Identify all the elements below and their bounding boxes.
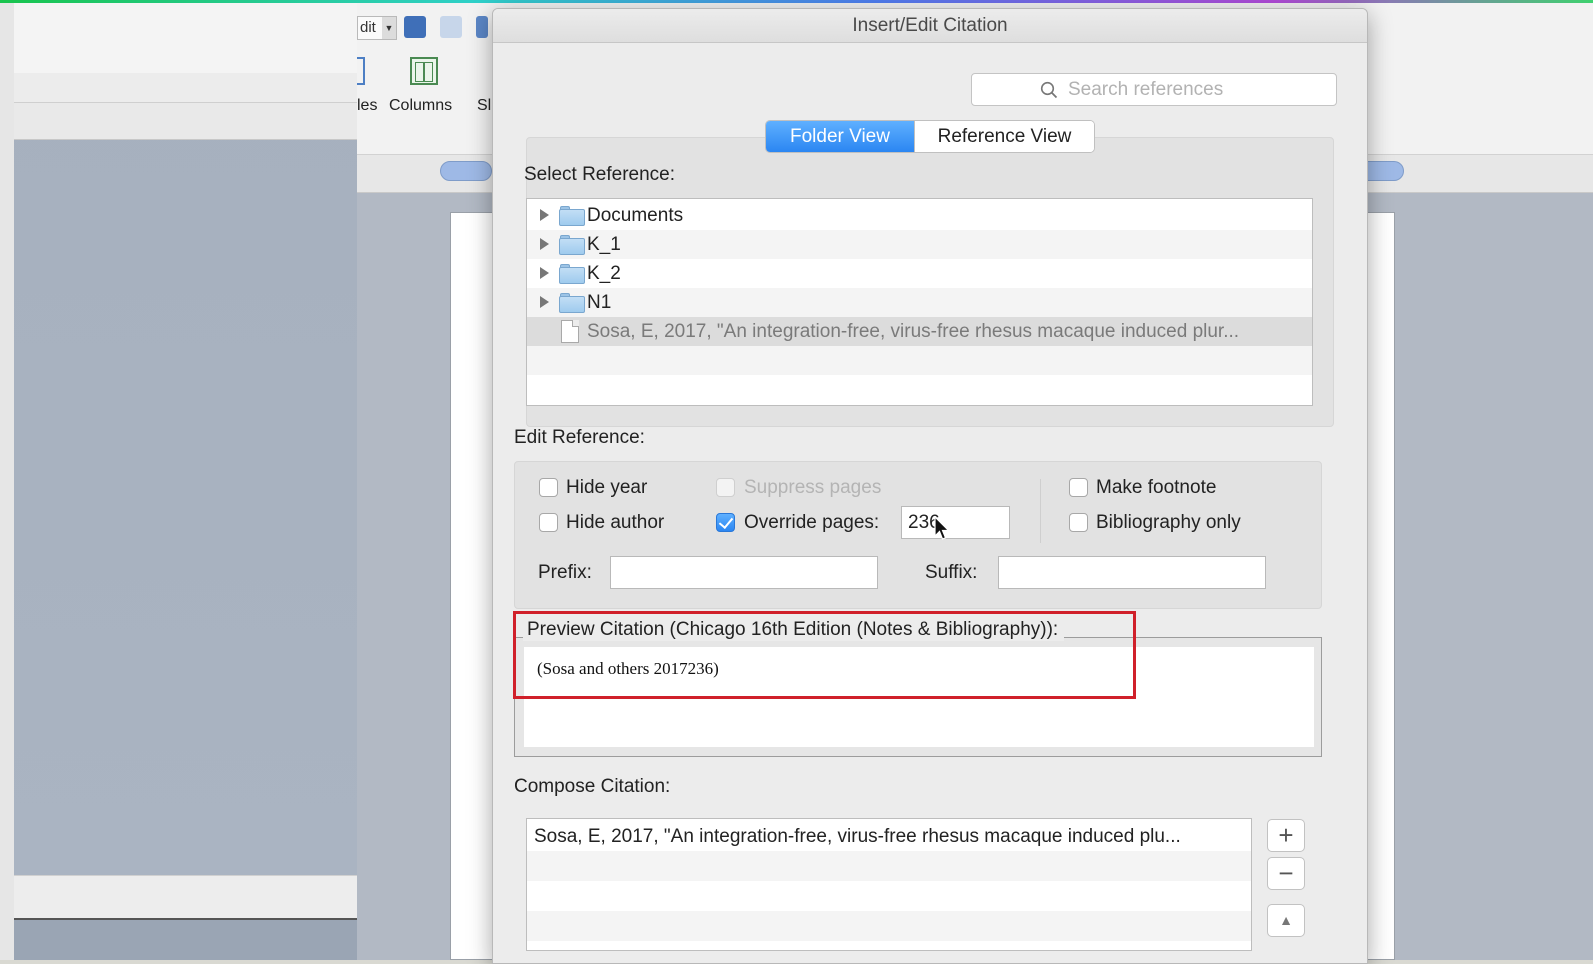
folder-icon xyxy=(559,293,585,313)
move-up-button[interactable]: ▲ xyxy=(1267,904,1305,937)
toolbar-icon[interactable] xyxy=(476,16,488,38)
red-highlight-box xyxy=(513,611,1136,699)
folder-name: K_1 xyxy=(587,234,621,255)
folder-name: K_2 xyxy=(587,263,621,284)
make-footnote-checkbox[interactable] xyxy=(1069,478,1088,497)
select-reference-label: Select Reference: xyxy=(524,164,676,185)
tree-folder-k1[interactable]: K_1 xyxy=(527,230,1312,259)
ribbon-label: Sl xyxy=(477,97,492,114)
hide-author-checkbox[interactable] xyxy=(539,513,558,532)
suppress-pages-checkbox xyxy=(716,478,735,497)
ribbon-combo[interactable]: dit ▼ xyxy=(357,16,397,40)
table-icon[interactable] xyxy=(357,57,365,85)
suffix-field[interactable] xyxy=(998,556,1266,589)
search-box[interactable] xyxy=(971,73,1337,106)
edit-icon[interactable] xyxy=(440,16,462,38)
disclosure-triangle-icon[interactable] xyxy=(540,238,549,250)
override-pages-checkbox[interactable] xyxy=(716,513,735,532)
chevron-down-icon: ▼ xyxy=(382,17,396,39)
columns-icon[interactable] xyxy=(410,57,438,85)
prefix-input[interactable] xyxy=(611,557,877,588)
search-input[interactable] xyxy=(1068,76,1328,104)
compose-empty-row xyxy=(527,851,1251,881)
insert-edit-citation-dialog: Insert/Edit Citation Folder View Referen… xyxy=(492,8,1368,964)
left-pane-band xyxy=(14,73,357,103)
suffix-input[interactable] xyxy=(999,557,1265,588)
folder-name: N1 xyxy=(587,292,612,313)
add-citation-button[interactable]: + xyxy=(1267,819,1305,852)
disclosure-triangle-icon[interactable] xyxy=(540,209,549,221)
hide-year-label[interactable]: Hide year xyxy=(566,477,647,499)
ribbon-label: les xyxy=(357,97,378,114)
mouse-pointer-icon xyxy=(934,516,950,540)
tree-folder-n1[interactable]: N1 xyxy=(527,288,1312,317)
compose-empty-row xyxy=(527,881,1251,911)
suppress-pages-label: Suppress pages xyxy=(744,477,882,498)
override-pages-input[interactable] xyxy=(902,507,1009,538)
view-toggle[interactable]: Folder View Reference View xyxy=(765,120,1095,153)
folder-icon xyxy=(559,235,585,255)
override-pages-field[interactable] xyxy=(901,506,1010,539)
bibliography-only-label[interactable]: Bibliography only xyxy=(1096,512,1241,534)
reference-name: Sosa, E, 2017, "An integration-free, vir… xyxy=(587,321,1240,342)
left-pane-footer xyxy=(14,875,357,920)
prefix-label: Prefix: xyxy=(538,562,592,583)
columns-label[interactable]: Columns xyxy=(389,97,452,115)
suffix-label: Suffix: xyxy=(925,562,978,583)
remove-citation-button[interactable]: − xyxy=(1267,857,1305,890)
left-pane-header xyxy=(14,3,357,73)
ruler-handle[interactable] xyxy=(440,161,492,181)
left-pane-band xyxy=(14,103,357,140)
folder-icon xyxy=(559,264,585,284)
disclosure-triangle-icon[interactable] xyxy=(540,296,549,308)
reference-tree[interactable]: Documents K_1 K_2 N1 Sosa, E, 2017, "An … xyxy=(526,198,1313,406)
document-icon xyxy=(561,320,579,343)
tree-folder-k2[interactable]: K_2 xyxy=(527,259,1312,288)
tree-reference-item[interactable]: Sosa, E, 2017, "An integration-free, vir… xyxy=(527,317,1312,346)
folder-view-button[interactable]: Folder View xyxy=(766,121,914,152)
hide-author-label[interactable]: Hide author xyxy=(566,512,664,534)
disclosure-triangle-icon[interactable] xyxy=(540,267,549,279)
divider xyxy=(1040,479,1041,543)
override-pages-label[interactable]: Override pages: xyxy=(744,512,879,534)
bibliography-only-checkbox[interactable] xyxy=(1069,513,1088,532)
tree-folder-documents[interactable]: Documents xyxy=(527,201,1312,230)
compose-citation-label: Compose Citation: xyxy=(514,776,671,797)
prefix-field[interactable] xyxy=(610,556,878,589)
hide-year-checkbox[interactable] xyxy=(539,478,558,497)
edit-reference-label: Edit Reference: xyxy=(514,427,645,448)
tree-empty-row xyxy=(527,346,1312,375)
reference-view-button[interactable]: Reference View xyxy=(914,121,1094,152)
compose-citation-item[interactable]: Sosa, E, 2017, "An integration-free, vir… xyxy=(527,821,1251,851)
dialog-title: Insert/Edit Citation xyxy=(852,15,1008,36)
compose-citation-text: Sosa, E, 2017, "An integration-free, vir… xyxy=(534,826,1181,847)
folder-name: Documents xyxy=(587,205,684,226)
left-window-pane xyxy=(14,3,357,920)
compose-citation-list[interactable]: Sosa, E, 2017, "An integration-free, vir… xyxy=(526,818,1252,951)
dialog-titlebar[interactable]: Insert/Edit Citation xyxy=(493,9,1367,43)
save-icon[interactable] xyxy=(404,16,426,38)
make-footnote-label[interactable]: Make footnote xyxy=(1096,477,1216,499)
folder-icon xyxy=(559,206,585,226)
ribbon-combo-text: dit xyxy=(360,19,376,36)
search-icon xyxy=(1040,81,1058,99)
compose-empty-row xyxy=(527,911,1251,941)
left-edge-strip xyxy=(0,3,14,964)
